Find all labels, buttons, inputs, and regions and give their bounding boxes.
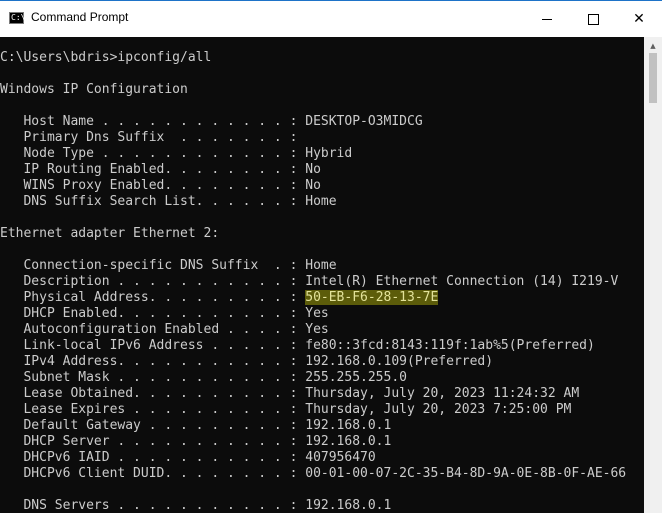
selected-mac-address[interactable]: 50-EB-F6-28-13-7E: [305, 290, 439, 305]
terminal-line: IP Routing Enabled. . . . . . . . : No: [0, 162, 321, 177]
maximize-icon: [587, 13, 599, 25]
terminal-line: DHCPv6 IAID . . . . . . . . . . . : 4079…: [0, 450, 376, 465]
terminal-line: Subnet Mask . . . . . . . . . . . : 255.…: [0, 370, 407, 385]
close-icon: ✕: [633, 11, 645, 27]
terminal-output[interactable]: C:\Users\bdris>ipconfig/all Windows IP Co…: [0, 37, 644, 513]
close-button[interactable]: ✕: [616, 1, 662, 37]
terminal-line: C:\Users\bdris>ipconfig/all: [0, 50, 212, 65]
terminal-line: IPv4 Address. . . . . . . . . . . : 192.…: [0, 354, 494, 369]
app-icon-text: C:\: [11, 13, 26, 22]
terminal-lines: C:\Users\bdris>ipconfig/all Windows IP Co…: [0, 50, 626, 513]
terminal-line: Lease Obtained. . . . . . . . . . : Thur…: [0, 386, 580, 401]
terminal-line: Default Gateway . . . . . . . . . : 192.…: [0, 418, 392, 433]
terminal-line: DHCP Server . . . . . . . . . . . : 192.…: [0, 434, 392, 449]
terminal-line: Autoconfiguration Enabled . . . . : Yes: [0, 322, 329, 337]
terminal-line: DNS Suffix Search List. . . . . . : Home: [0, 194, 337, 209]
title-bar[interactable]: C:\ Command Prompt ✕: [0, 0, 662, 37]
terminal-line: Connection-specific DNS Suffix . : Home: [0, 258, 337, 273]
terminal-line: DHCP Enabled. . . . . . . . . . . : Yes: [0, 306, 329, 321]
minimize-button[interactable]: [524, 1, 570, 37]
terminal-line: Link-local IPv6 Address . . . . . : fe80…: [0, 338, 595, 353]
terminal-line: WINS Proxy Enabled. . . . . . . . : No: [0, 178, 321, 193]
minimize-icon: [542, 18, 552, 20]
terminal-line: Host Name . . . . . . . . . . . . : DESK…: [0, 114, 423, 129]
terminal-line: DHCPv6 Client DUID. . . . . . . . : 00-0…: [0, 466, 627, 481]
vertical-scrollbar[interactable]: ▲: [644, 37, 662, 513]
command-prompt-icon[interactable]: C:\: [9, 12, 26, 24]
terminal-line: Ethernet adapter Ethernet 2:: [0, 226, 220, 241]
scroll-up-arrow-icon[interactable]: ▲: [644, 41, 662, 51]
terminal-line: Physical Address. . . . . . . . . : 50-E…: [0, 290, 439, 305]
window-title: Command Prompt: [31, 10, 129, 24]
terminal-line: Windows IP Configuration: [0, 82, 188, 97]
scrollbar-thumb[interactable]: [649, 53, 657, 103]
terminal-line: Node Type . . . . . . . . . . . . : Hybr…: [0, 146, 353, 161]
terminal-line: Lease Expires . . . . . . . . . . : Thur…: [0, 402, 572, 417]
maximize-button[interactable]: [570, 1, 616, 37]
terminal-line: Description . . . . . . . . . . . : Inte…: [0, 274, 619, 289]
terminal-line: DNS Servers . . . . . . . . . . . : 192.…: [0, 498, 392, 513]
terminal-line: Primary Dns Suffix . . . . . . . :: [0, 130, 298, 145]
